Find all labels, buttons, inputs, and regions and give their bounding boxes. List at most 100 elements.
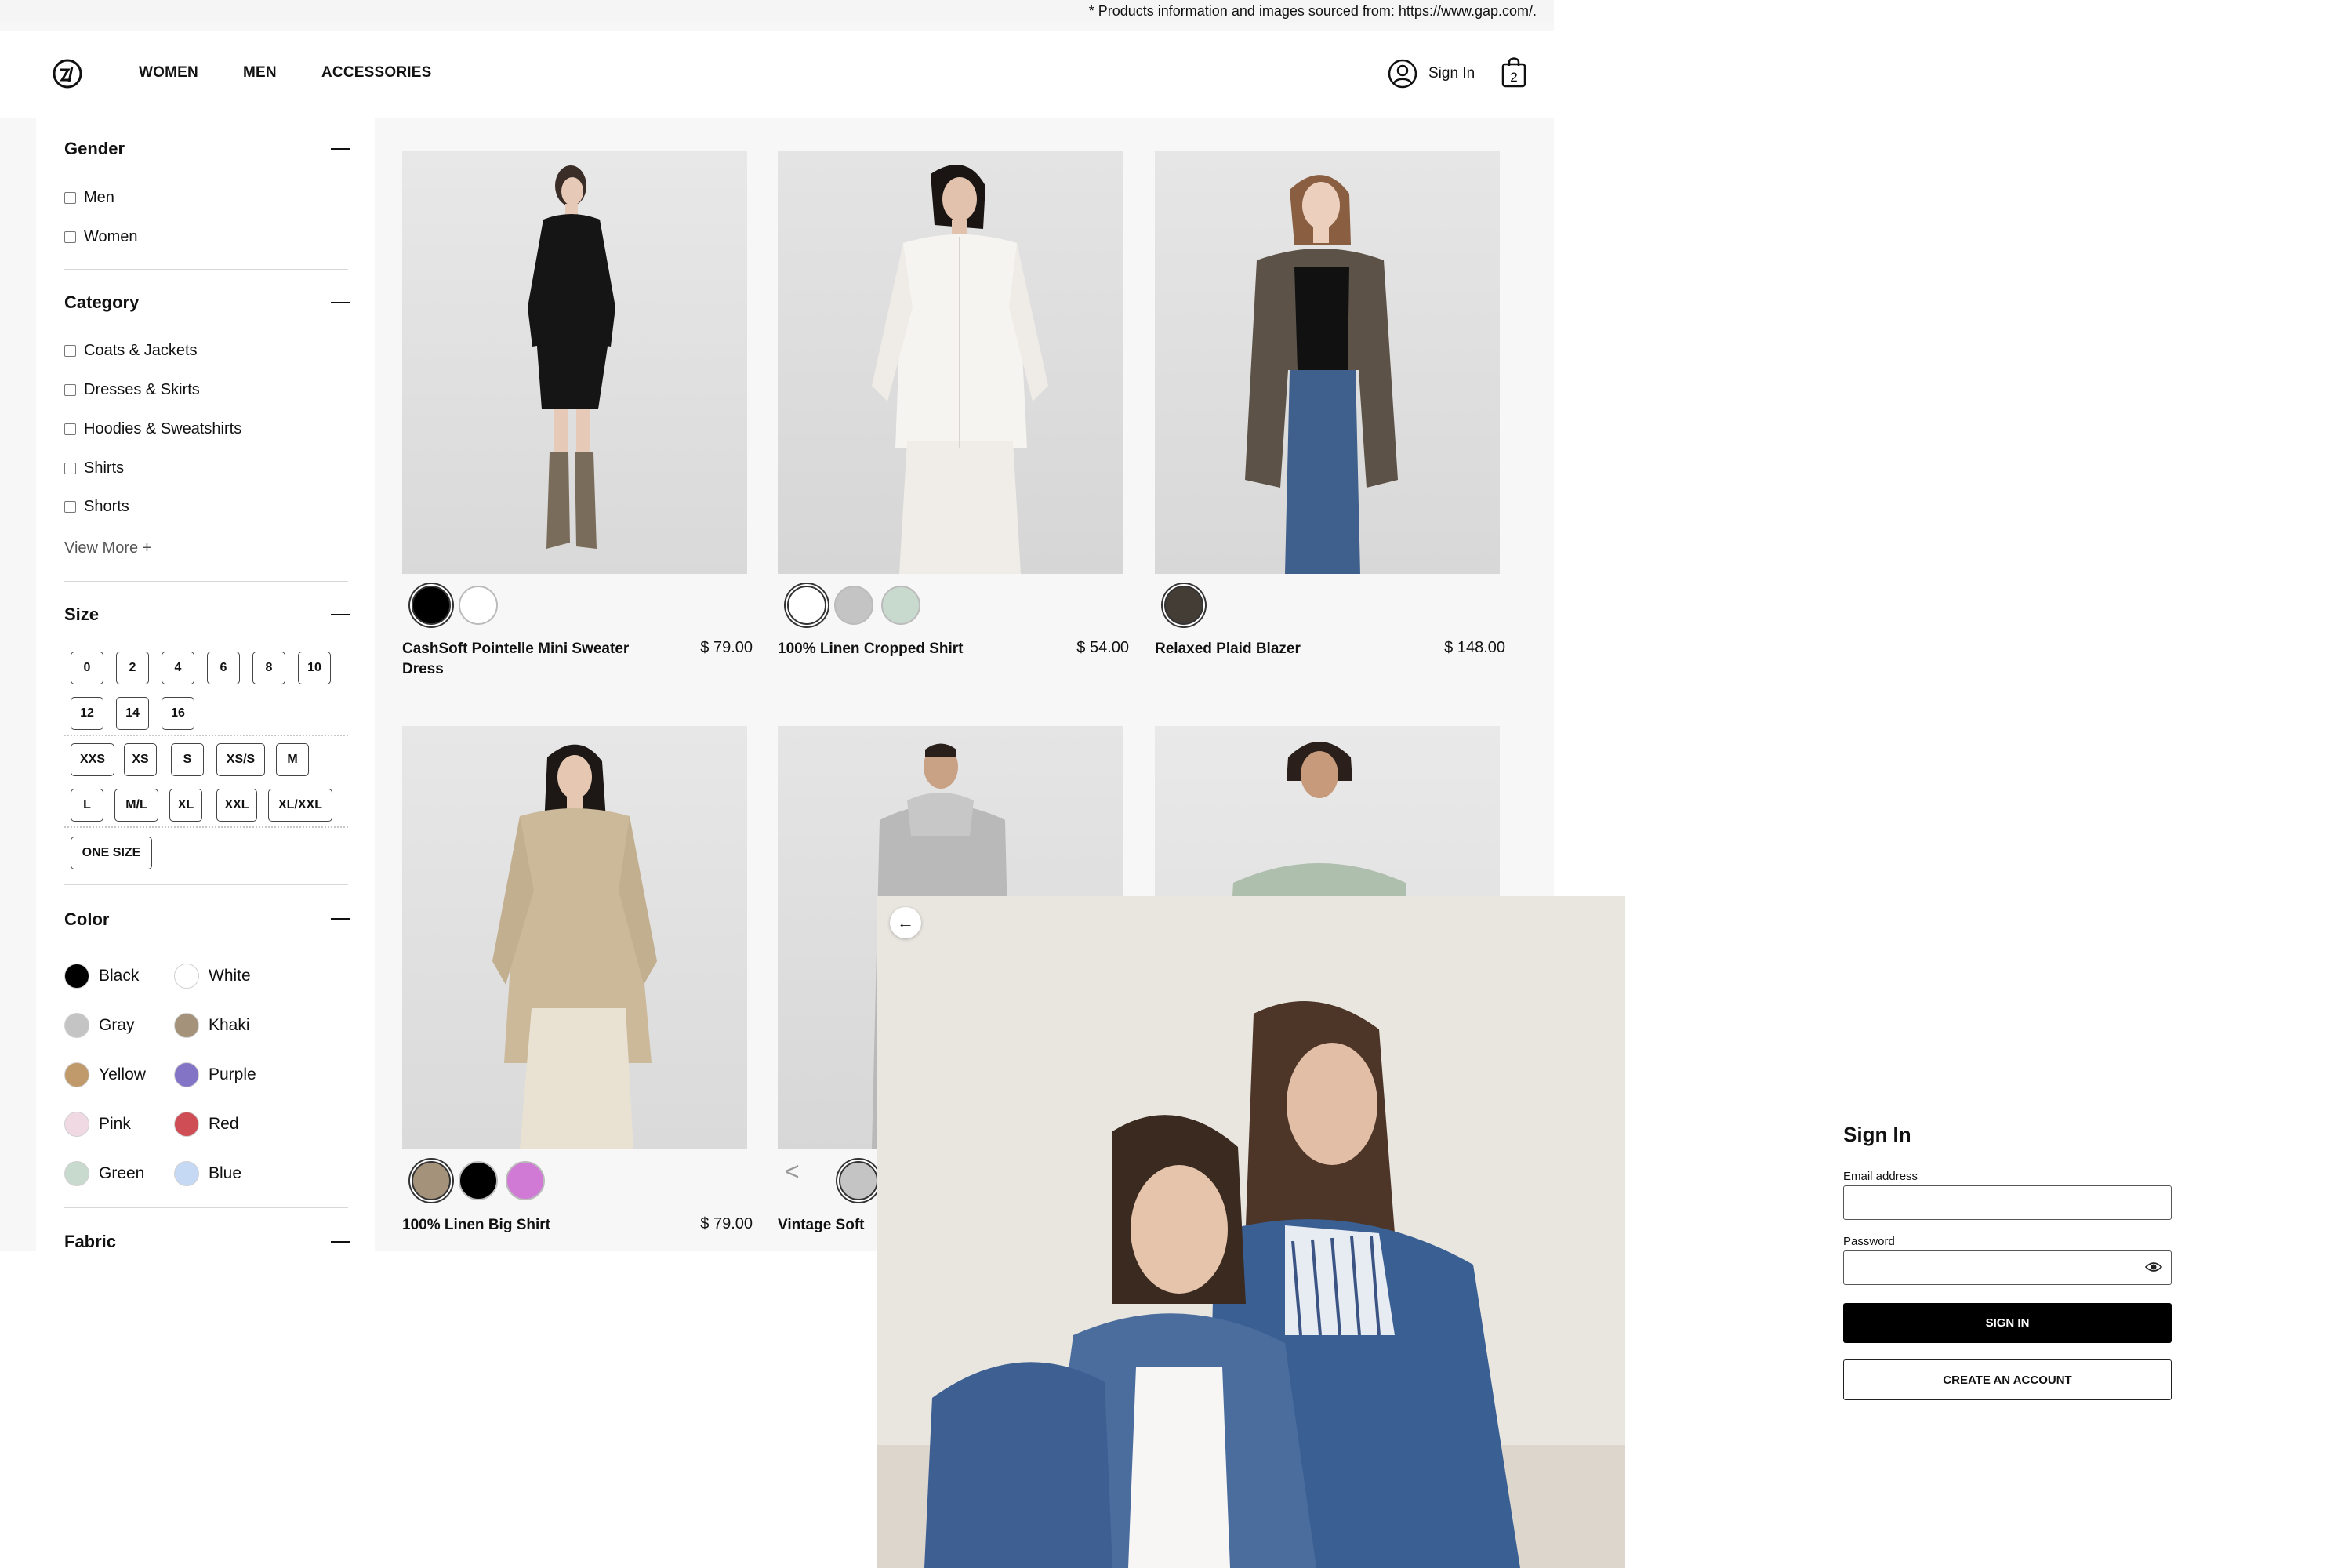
color-swatch[interactable] bbox=[839, 1161, 878, 1200]
checkbox-dresses[interactable]: Dresses & Skirts bbox=[64, 381, 200, 399]
size-option[interactable]: 8 bbox=[252, 652, 285, 684]
collapse-fabric-icon[interactable] bbox=[331, 1241, 350, 1243]
product-image-3[interactable] bbox=[1155, 151, 1500, 574]
size-option-one-size[interactable]: ONE SIZE bbox=[71, 837, 152, 869]
color-dot[interactable] bbox=[64, 1161, 89, 1186]
size-option[interactable]: XL bbox=[169, 789, 202, 822]
color-option-yellow[interactable]: Yellow bbox=[64, 1062, 146, 1087]
size-option[interactable]: XS/S bbox=[216, 743, 265, 776]
color-option-purple[interactable]: Purple bbox=[174, 1062, 256, 1087]
sign-in-button[interactable]: SIGN IN bbox=[1843, 1303, 2172, 1343]
checkbox-coats[interactable]: Coats & Jackets bbox=[64, 342, 198, 360]
color-dot[interactable] bbox=[64, 1062, 89, 1087]
product-name-3[interactable]: Relaxed Plaid Blazer bbox=[1155, 639, 1390, 659]
size-option[interactable]: 0 bbox=[71, 652, 103, 684]
color-swatch[interactable] bbox=[1164, 586, 1203, 625]
password-field[interactable] bbox=[1843, 1250, 2172, 1285]
color-option-khaki[interactable]: Khaki bbox=[174, 1013, 250, 1038]
checkbox-box[interactable] bbox=[64, 192, 76, 204]
checkbox-box[interactable] bbox=[64, 463, 76, 474]
color-option-white[interactable]: White bbox=[174, 964, 251, 989]
color-swatch[interactable] bbox=[787, 586, 826, 625]
brand-logo-icon[interactable] bbox=[52, 58, 83, 89]
color-dot[interactable] bbox=[174, 1161, 199, 1186]
size-option[interactable]: 6 bbox=[207, 652, 240, 684]
color-option-green[interactable]: Green bbox=[64, 1161, 144, 1186]
color-label: Gray bbox=[99, 1016, 135, 1034]
color-option-gray[interactable]: Gray bbox=[64, 1013, 135, 1038]
checkbox-box[interactable] bbox=[64, 345, 76, 357]
color-swatch[interactable] bbox=[881, 586, 920, 625]
checkbox-box[interactable] bbox=[64, 501, 76, 513]
color-label: Green bbox=[99, 1164, 145, 1182]
size-option[interactable]: 16 bbox=[162, 697, 194, 730]
size-option[interactable]: 10 bbox=[298, 652, 331, 684]
checkbox-women[interactable]: Women bbox=[64, 228, 138, 246]
collapse-color-icon[interactable] bbox=[331, 918, 350, 920]
color-swatch[interactable] bbox=[834, 586, 873, 625]
view-more-link[interactable]: View More + bbox=[64, 539, 151, 557]
size-option[interactable]: 4 bbox=[162, 652, 194, 684]
size-option[interactable]: 12 bbox=[71, 697, 103, 730]
color-option-pink[interactable]: Pink bbox=[64, 1112, 131, 1137]
nav-accessories[interactable]: ACCESSORIES bbox=[321, 64, 432, 82]
checkbox-box[interactable] bbox=[64, 384, 76, 396]
product-name-1[interactable]: CashSoft Pointelle Mini Sweater Dress bbox=[402, 639, 637, 680]
color-swatch[interactable] bbox=[459, 1161, 498, 1200]
collapse-gender-icon[interactable] bbox=[331, 148, 350, 150]
checkbox-box[interactable] bbox=[64, 231, 76, 243]
email-field[interactable] bbox=[1843, 1185, 2172, 1220]
checkbox-label: Dresses & Skirts bbox=[84, 381, 200, 398]
size-option[interactable]: S bbox=[171, 743, 204, 776]
size-option[interactable]: XXS bbox=[71, 743, 114, 776]
color-option-blue[interactable]: Blue bbox=[174, 1161, 241, 1186]
product-image-1[interactable] bbox=[402, 151, 747, 574]
checkbox-shorts[interactable]: Shorts bbox=[64, 498, 129, 516]
color-dot[interactable] bbox=[174, 1062, 199, 1087]
color-swatch[interactable] bbox=[412, 586, 451, 625]
checkbox-shirts[interactable]: Shirts bbox=[64, 459, 124, 477]
color-dot[interactable] bbox=[174, 1013, 199, 1038]
size-option[interactable]: XXL bbox=[216, 789, 257, 822]
collapse-category-icon[interactable] bbox=[331, 302, 350, 303]
site-header: WOMEN MEN ACCESSORIES Sign In 2 bbox=[0, 31, 1554, 118]
color-dot[interactable] bbox=[64, 1013, 89, 1038]
color-dot[interactable] bbox=[174, 1112, 199, 1137]
checkbox-box[interactable] bbox=[64, 423, 76, 435]
color-option-black[interactable]: Black bbox=[64, 964, 139, 989]
filter-fabric-title: Fabric bbox=[64, 1232, 117, 1251]
carousel-prev-icon[interactable]: < bbox=[785, 1157, 800, 1186]
back-arrow-icon[interactable]: ← bbox=[890, 907, 921, 938]
color-dot[interactable] bbox=[174, 964, 199, 989]
color-label: Yellow bbox=[99, 1065, 146, 1083]
size-divider bbox=[64, 826, 348, 828]
color-dot[interactable] bbox=[64, 1112, 89, 1137]
shopping-bag-icon[interactable]: 2 bbox=[1501, 56, 1527, 88]
color-swatch[interactable] bbox=[459, 586, 498, 625]
create-account-button[interactable]: CREATE AN ACCOUNT bbox=[1843, 1359, 2172, 1400]
checkbox-men[interactable]: Men bbox=[64, 189, 114, 207]
color-swatch[interactable] bbox=[506, 1161, 545, 1200]
color-dot[interactable] bbox=[64, 964, 89, 989]
product-name-4[interactable]: 100% Linen Big Shirt bbox=[402, 1215, 637, 1236]
checkbox-hoodies[interactable]: Hoodies & Sweatshirts bbox=[64, 420, 241, 438]
color-option-red[interactable]: Red bbox=[174, 1112, 239, 1137]
sign-in-link[interactable]: Sign In bbox=[1388, 58, 1475, 89]
color-swatch[interactable] bbox=[412, 1161, 451, 1200]
product-name-2[interactable]: 100% Linen Cropped Shirt bbox=[778, 639, 1013, 659]
collapse-size-icon[interactable] bbox=[331, 614, 350, 615]
product-image-2[interactable] bbox=[778, 151, 1123, 574]
size-option[interactable]: M/L bbox=[114, 789, 158, 822]
divider bbox=[64, 884, 348, 885]
size-option[interactable]: L bbox=[71, 789, 103, 822]
product-image-4[interactable] bbox=[402, 726, 747, 1149]
show-password-icon[interactable] bbox=[2145, 1259, 2162, 1275]
size-option[interactable]: 2 bbox=[116, 652, 149, 684]
nav-women[interactable]: WOMEN bbox=[139, 64, 198, 82]
size-option[interactable]: XS bbox=[124, 743, 157, 776]
size-option[interactable]: 14 bbox=[116, 697, 149, 730]
size-option[interactable]: XL/XXL bbox=[268, 789, 332, 822]
nav-men[interactable]: MEN bbox=[243, 64, 277, 82]
divider bbox=[64, 269, 348, 270]
size-option[interactable]: M bbox=[276, 743, 309, 776]
